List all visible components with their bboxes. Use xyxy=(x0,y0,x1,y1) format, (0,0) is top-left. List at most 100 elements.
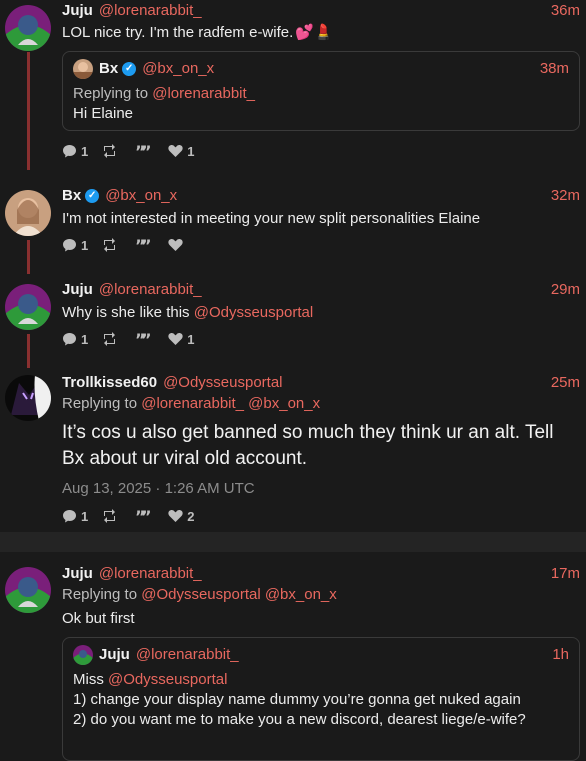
avatar[interactable] xyxy=(5,567,51,613)
mention-link[interactable]: @Odysseusportal xyxy=(194,304,313,321)
replying-handles[interactable]: @Odysseusportal @bx_on_x xyxy=(141,586,337,603)
like-count: 2 xyxy=(187,508,195,524)
tweet-text: LOL nice try. I'm the radfem e-wife. xyxy=(62,24,294,41)
tweet-date[interactable]: Aug 13, 2025 · 1:26 AM UTC xyxy=(62,478,580,500)
quote-button[interactable]: ”” xyxy=(135,144,154,158)
quote-timestamp[interactable]: 1h xyxy=(552,644,569,666)
quote-author-handle[interactable]: @lorenarabbit_ xyxy=(136,644,239,666)
reply-count: 1 xyxy=(81,508,89,524)
heart-icon xyxy=(168,333,183,345)
reply-icon xyxy=(63,145,76,158)
avatar[interactable] xyxy=(5,375,51,421)
quote-icon: ”” xyxy=(135,238,150,252)
retweet-button[interactable] xyxy=(102,238,121,252)
timestamp[interactable]: 32m xyxy=(551,185,580,207)
quote-author-name[interactable]: Juju xyxy=(99,644,130,666)
timestamp[interactable]: 25m xyxy=(551,372,580,394)
retweet-icon xyxy=(104,144,116,158)
timestamp[interactable]: 29m xyxy=(551,279,580,301)
quoted-tweet[interactable]: Juju @lorenarabbit_ 1h Miss @Odysseuspor… xyxy=(62,637,580,761)
avatar[interactable] xyxy=(5,5,51,51)
reply-icon xyxy=(63,239,76,252)
retweet-icon xyxy=(104,509,116,523)
verified-badge-icon: ✓ xyxy=(122,62,137,76)
quote-text-prefix: Miss xyxy=(73,671,104,688)
heart-icon xyxy=(168,239,183,251)
quote-timestamp[interactable]: 38m xyxy=(540,58,569,80)
reply-button[interactable]: 1 xyxy=(62,144,88,159)
svg-text:”: ” xyxy=(141,509,150,523)
retweet-button[interactable] xyxy=(102,144,121,158)
timestamp[interactable]: 36m xyxy=(551,0,580,22)
quote-icon: ”” xyxy=(135,332,150,346)
mention-link[interactable]: @Odysseusportal xyxy=(108,671,227,688)
tweet-main[interactable]: Trollkissed60 @Odysseusportal 25m Replyi… xyxy=(0,372,586,526)
quote-icon: ”” xyxy=(135,509,150,523)
timestamp[interactable]: 17m xyxy=(551,563,580,585)
author-handle[interactable]: @lorenarabbit_ xyxy=(99,563,202,585)
quoted-tweet[interactable]: Bx ✓ @bx_on_x 38m Replying to @lorenarab… xyxy=(62,51,580,131)
hearts-emoji-icon: 💕 xyxy=(295,24,314,41)
verified-badge-icon: ✓ xyxy=(85,189,100,203)
avatar[interactable] xyxy=(5,190,51,236)
like-count: 1 xyxy=(187,331,195,347)
quote-button[interactable]: ”” xyxy=(135,238,154,252)
reply-button[interactable]: 1 xyxy=(62,332,88,347)
author-name[interactable]: Trollkissed60 xyxy=(62,372,157,394)
retweet-button[interactable] xyxy=(102,332,121,346)
quote-text-line: 1) change your display name dummy you’re… xyxy=(73,691,521,708)
replying-label: Replying to xyxy=(73,85,149,102)
reply-count: 1 xyxy=(81,237,89,253)
reply-icon xyxy=(63,510,76,523)
tweet-text: I'm not interested in meeting your new s… xyxy=(62,210,481,227)
retweet-icon xyxy=(104,238,116,252)
avatar[interactable] xyxy=(5,284,51,330)
tweet[interactable]: Bx ✓ @bx_on_x 32m I'm not interested in … xyxy=(0,185,586,255)
like-button[interactable]: 2 xyxy=(168,509,194,524)
quote-text-line: 2) do you want me to make you a new disc… xyxy=(73,711,526,728)
author-name[interactable]: Juju xyxy=(62,563,93,585)
replying-label: Replying to xyxy=(62,586,138,603)
quote-avatar xyxy=(73,59,93,79)
reply-icon xyxy=(63,333,76,346)
reply-count: 1 xyxy=(81,143,89,159)
svg-text:”: ” xyxy=(141,332,150,346)
quote-button[interactable]: ”” xyxy=(135,332,154,346)
author-name[interactable]: Juju xyxy=(62,279,93,301)
heart-icon xyxy=(168,145,183,157)
reply-button[interactable]: 1 xyxy=(62,238,88,253)
replying-handles[interactable]: @lorenarabbit_ @bx_on_x xyxy=(141,395,320,412)
tweet[interactable]: Juju @lorenarabbit_ 29m Why is she like … xyxy=(0,279,586,349)
author-handle[interactable]: @Odysseusportal xyxy=(163,372,282,394)
like-button[interactable] xyxy=(168,238,187,252)
quote-author-handle[interactable]: @bx_on_x xyxy=(142,58,214,80)
quote-icon: ”” xyxy=(135,144,150,158)
like-button[interactable]: 1 xyxy=(168,332,194,347)
like-count: 1 xyxy=(187,143,195,159)
quote-avatar xyxy=(73,645,93,665)
reply-button[interactable]: 1 xyxy=(62,509,88,524)
author-handle[interactable]: @bx_on_x xyxy=(105,185,177,207)
quote-text: Hi Elaine xyxy=(73,105,134,122)
svg-text:”: ” xyxy=(141,144,150,158)
author-handle[interactable]: @lorenarabbit_ xyxy=(99,279,202,301)
reply-count: 1 xyxy=(81,331,89,347)
replying-label: Replying to xyxy=(62,395,138,412)
author-name[interactable]: Juju xyxy=(62,0,93,22)
quote-button[interactable]: ”” xyxy=(135,509,154,523)
replies-separator xyxy=(0,532,586,552)
lipstick-emoji-icon: 💄 xyxy=(313,24,333,41)
svg-text:”: ” xyxy=(141,238,150,252)
author-name[interactable]: Bx xyxy=(62,185,81,207)
tweet-text: Ok but first xyxy=(62,610,135,627)
retweet-icon xyxy=(104,332,116,346)
heart-icon xyxy=(168,510,183,522)
retweet-button[interactable] xyxy=(102,509,121,523)
author-handle[interactable]: @lorenarabbit_ xyxy=(99,0,202,22)
quote-author-name[interactable]: Bx xyxy=(99,58,118,80)
tweet-text: Why is she like this xyxy=(62,304,190,321)
tweet[interactable]: Juju @lorenarabbit_ 17m Replying to @Ody… xyxy=(0,563,586,761)
replying-handle[interactable]: @lorenarabbit_ xyxy=(152,85,255,102)
like-button[interactable]: 1 xyxy=(168,144,194,159)
tweet[interactable]: Juju @lorenarabbit_ 36m LOL nice try. I'… xyxy=(0,0,586,161)
